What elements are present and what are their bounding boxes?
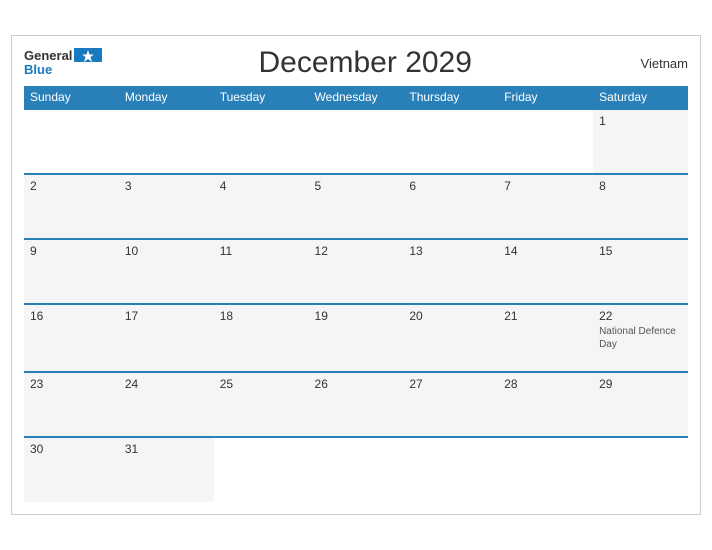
- day-number: 8: [599, 179, 682, 193]
- day-number: 29: [599, 377, 682, 391]
- day-number: 13: [409, 244, 492, 258]
- calendar-cell: 1: [593, 109, 688, 174]
- day-number: 18: [220, 309, 303, 323]
- country-label: Vietnam: [628, 56, 688, 71]
- calendar-cell: 2: [24, 174, 119, 239]
- calendar-cell: 20: [403, 304, 498, 372]
- day-number: 26: [315, 377, 398, 391]
- day-number: 23: [30, 377, 113, 391]
- calendar-cell: 21: [498, 304, 593, 372]
- calendar-cell: [593, 437, 688, 502]
- day-number: 6: [409, 179, 492, 193]
- calendar-cell: 23: [24, 372, 119, 437]
- calendar-cell: 26: [309, 372, 404, 437]
- day-number: 3: [125, 179, 208, 193]
- day-number: 9: [30, 244, 113, 258]
- day-number: 24: [125, 377, 208, 391]
- calendar-cell: 5: [309, 174, 404, 239]
- calendar-cell: 28: [498, 372, 593, 437]
- weekday-header: Monday: [119, 86, 214, 109]
- day-number: 14: [504, 244, 587, 258]
- day-number: 15: [599, 244, 682, 258]
- calendar-cell: [24, 109, 119, 174]
- calendar-cell: 25: [214, 372, 309, 437]
- calendar-cell: 8: [593, 174, 688, 239]
- calendar-cell: [214, 109, 309, 174]
- calendar: General Blue December 2029 Vietnam Sunda…: [11, 35, 701, 515]
- calendar-cell: [403, 437, 498, 502]
- calendar-cell: 15: [593, 239, 688, 304]
- calendar-cell: 11: [214, 239, 309, 304]
- calendar-cell: 12: [309, 239, 404, 304]
- calendar-week-row: 30 31: [24, 437, 688, 502]
- calendar-cell: 6: [403, 174, 498, 239]
- calendar-header: General Blue December 2029 Vietnam: [24, 46, 688, 80]
- calendar-cell: [309, 437, 404, 502]
- day-number: 31: [125, 442, 208, 456]
- day-number: 12: [315, 244, 398, 258]
- calendar-cell: [498, 437, 593, 502]
- day-number: 27: [409, 377, 492, 391]
- calendar-cell: [498, 109, 593, 174]
- weekday-header: Wednesday: [309, 86, 404, 109]
- weekday-header: Sunday: [24, 86, 119, 109]
- calendar-cell: 9: [24, 239, 119, 304]
- calendar-cell: 10: [119, 239, 214, 304]
- calendar-cell: 4: [214, 174, 309, 239]
- logo-blue-text: Blue: [24, 62, 52, 77]
- weekday-header: Tuesday: [214, 86, 309, 109]
- day-number: 2: [30, 179, 113, 193]
- day-number: 22: [599, 309, 682, 323]
- calendar-week-row: 1: [24, 109, 688, 174]
- day-number: 28: [504, 377, 587, 391]
- day-number: 4: [220, 179, 303, 193]
- holiday-label: National Defence Day: [599, 325, 682, 351]
- calendar-week-row: 9 10 11 12 13 14 15: [24, 239, 688, 304]
- day-number: 19: [315, 309, 398, 323]
- logo: General Blue: [24, 48, 102, 78]
- day-number: 30: [30, 442, 113, 456]
- day-number: 25: [220, 377, 303, 391]
- calendar-cell: [309, 109, 404, 174]
- day-number: 11: [220, 244, 303, 258]
- logo-flag-icon: [74, 48, 102, 62]
- calendar-cell: [214, 437, 309, 502]
- calendar-cell: 3: [119, 174, 214, 239]
- calendar-table: SundayMondayTuesdayWednesdayThursdayFrid…: [24, 86, 688, 502]
- calendar-cell: [119, 109, 214, 174]
- weekday-header: Thursday: [403, 86, 498, 109]
- calendar-cell: 17: [119, 304, 214, 372]
- day-number: 16: [30, 309, 113, 323]
- day-number: 17: [125, 309, 208, 323]
- weekday-header: Friday: [498, 86, 593, 109]
- day-number: 7: [504, 179, 587, 193]
- day-number: 10: [125, 244, 208, 258]
- calendar-cell: 16: [24, 304, 119, 372]
- calendar-week-row: 23 24 25 26 27 28 29: [24, 372, 688, 437]
- calendar-cell: 31: [119, 437, 214, 502]
- calendar-cell: 19: [309, 304, 404, 372]
- month-title: December 2029: [102, 46, 628, 80]
- weekday-header-row: SundayMondayTuesdayWednesdayThursdayFrid…: [24, 86, 688, 109]
- day-number: 1: [599, 114, 682, 128]
- calendar-cell: [403, 109, 498, 174]
- calendar-cell: 7: [498, 174, 593, 239]
- day-number: 21: [504, 309, 587, 323]
- calendar-cell: 18: [214, 304, 309, 372]
- weekday-header: Saturday: [593, 86, 688, 109]
- day-number: 20: [409, 309, 492, 323]
- logo-general-text: General: [24, 49, 72, 62]
- calendar-cell: 22 National Defence Day: [593, 304, 688, 372]
- calendar-cell: 14: [498, 239, 593, 304]
- calendar-cell: 27: [403, 372, 498, 437]
- calendar-week-row: 2345678: [24, 174, 688, 239]
- calendar-cell: 30: [24, 437, 119, 502]
- calendar-week-row: 16 17 18 19 20 21 22 National Defence Day: [24, 304, 688, 372]
- day-number: 5: [315, 179, 398, 193]
- calendar-cell: 29: [593, 372, 688, 437]
- calendar-cell: 13: [403, 239, 498, 304]
- calendar-cell: 24: [119, 372, 214, 437]
